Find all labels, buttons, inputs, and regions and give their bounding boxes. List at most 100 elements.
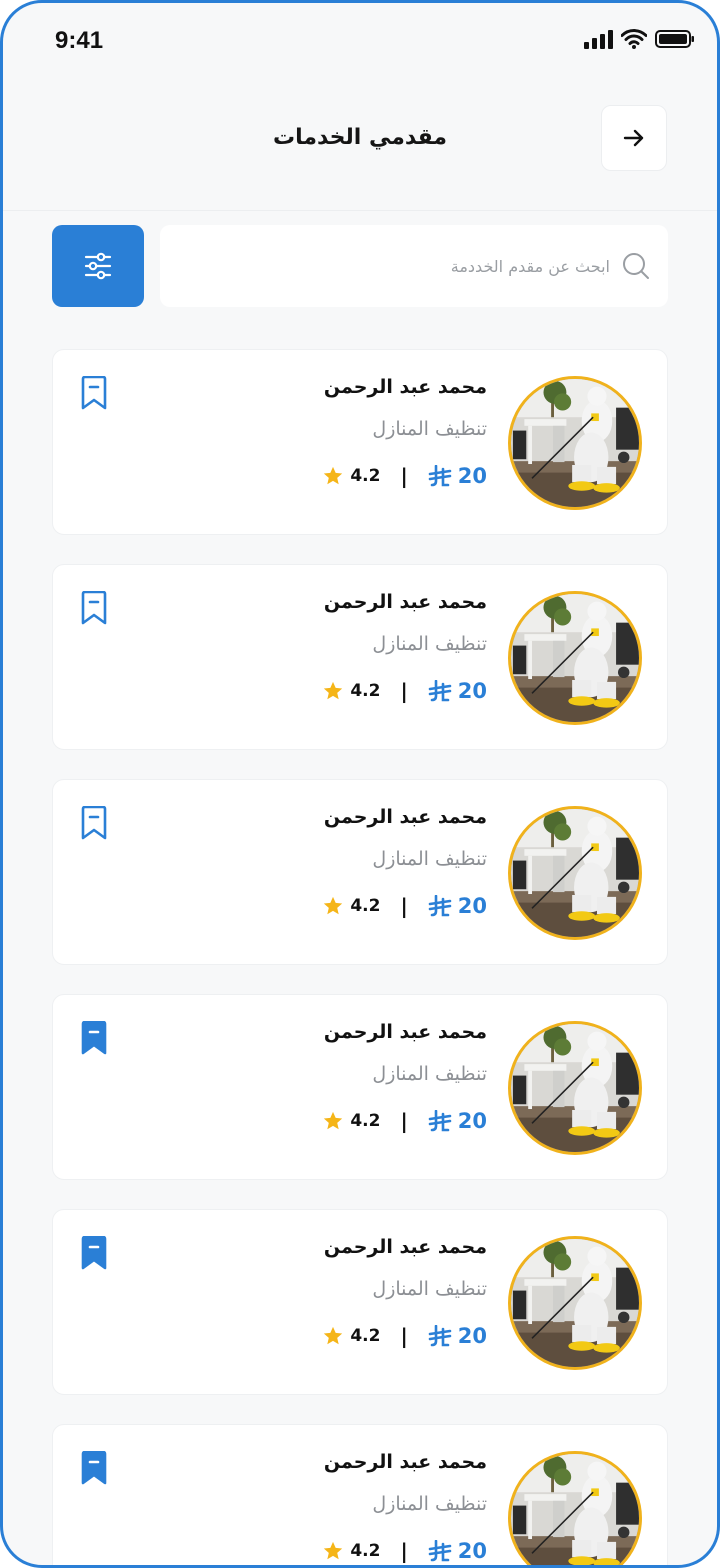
price-group: 20: [428, 464, 487, 488]
price-value: 20: [457, 1539, 487, 1563]
cleaner-photo: [511, 809, 639, 937]
filter-button[interactable]: [52, 225, 144, 307]
provider-name: محمد عبد الرحمن: [323, 1236, 487, 1258]
star-icon: [324, 1326, 343, 1345]
bookmark-outline-icon[interactable]: [79, 376, 109, 410]
provider-service: تنظيف المنازل: [372, 1493, 487, 1515]
rating-value: 4.2: [350, 1111, 381, 1131]
provider-meta: 4.2 | 20: [322, 679, 487, 703]
rating-value: 4.2: [350, 896, 381, 916]
riyal-currency-icon: [428, 465, 452, 487]
cellular-signal-icon: [584, 29, 613, 49]
provider-card[interactable]: محمد عبد الرحمن تنظيف المنازل 4.2 | 20: [52, 349, 668, 535]
provider-card[interactable]: محمد عبد الرحمن تنظيف المنازل 4.2 | 20: [52, 779, 668, 965]
rating-value: 4.2: [350, 1326, 381, 1346]
bookmark-outline-icon[interactable]: [79, 806, 109, 840]
provider-card[interactable]: محمد عبد الرحمن تنظيف المنازل 4.2 | 20: [52, 1209, 668, 1395]
riyal-currency-icon: [428, 1110, 452, 1132]
price-value: 20: [457, 1324, 487, 1348]
provider-name: محمد عبد الرحمن: [323, 806, 487, 828]
riyal-currency-icon: [428, 680, 452, 702]
meta-divider: |: [400, 1109, 408, 1133]
rating-group: 4.2: [322, 1325, 380, 1347]
rating-group: 4.2: [322, 895, 380, 917]
bookmark-filled-icon[interactable]: [79, 1236, 109, 1270]
price-group: 20: [428, 679, 487, 703]
provider-service: تنظيف المنازل: [372, 1063, 487, 1085]
rating-value: 4.2: [350, 681, 381, 701]
bookmark-filled-icon[interactable]: [79, 1451, 109, 1485]
provider-name: محمد عبد الرحمن: [323, 591, 487, 613]
provider-avatar: [508, 1021, 642, 1155]
provider-service: تنظيف المنازل: [372, 633, 487, 655]
meta-divider: |: [400, 1539, 408, 1563]
bookmark-outline-icon[interactable]: [79, 591, 109, 625]
rating-value: 4.2: [350, 466, 381, 486]
battery-icon: [655, 30, 694, 48]
price-value: 20: [457, 1109, 487, 1133]
rating-group: 4.2: [322, 680, 380, 702]
provider-service: تنظيف المنازل: [372, 848, 487, 870]
price-value: 20: [457, 894, 487, 918]
provider-service: تنظيف المنازل: [372, 1278, 487, 1300]
search-input[interactable]: [190, 256, 610, 276]
price-value: 20: [457, 679, 487, 703]
meta-divider: |: [400, 679, 408, 703]
cleaner-photo: [511, 1239, 639, 1367]
status-bar: 9:41: [3, 3, 717, 83]
provider-service: تنظيف المنازل: [372, 418, 487, 440]
cleaner-photo: [511, 594, 639, 722]
riyal-currency-icon: [428, 1325, 452, 1347]
sliders-icon: [84, 252, 112, 280]
rating-group: 4.2: [322, 465, 380, 487]
search-box: [160, 225, 668, 307]
bookmark-filled-icon[interactable]: [79, 1021, 109, 1055]
star-icon: [324, 896, 343, 915]
provider-meta: 4.2 | 20: [322, 464, 487, 488]
arrow-right-icon: [623, 129, 644, 147]
meta-divider: |: [400, 1324, 408, 1348]
star-icon: [324, 681, 343, 700]
status-time: 9:41: [55, 27, 104, 54]
app-screen: 9:41 مقدمي الخدمات ابحث عن مقدم الخددمة …: [0, 0, 720, 1568]
meta-divider: |: [400, 464, 408, 488]
back-button[interactable]: [601, 105, 667, 171]
rating-group: 4.2: [322, 1540, 380, 1562]
price-group: 20: [428, 1324, 487, 1348]
star-icon: [324, 1541, 343, 1560]
rating-value: 4.2: [350, 1541, 381, 1561]
provider-avatar: [508, 591, 642, 725]
cleaner-photo: [511, 1024, 639, 1152]
provider-avatar: [508, 1451, 642, 1565]
provider-name: محمد عبد الرحمن: [323, 1021, 487, 1043]
star-icon: [324, 466, 343, 485]
provider-meta: 4.2 | 20: [322, 1539, 487, 1563]
cleaner-photo: [511, 1454, 639, 1565]
price-group: 20: [428, 894, 487, 918]
cleaner-photo: [511, 379, 639, 507]
provider-card[interactable]: محمد عبد الرحمن تنظيف المنازل 4.2 | 20: [52, 564, 668, 750]
header: مقدمي الخدمات: [3, 83, 717, 211]
provider-meta: 4.2 | 20: [322, 1324, 487, 1348]
rating-group: 4.2: [322, 1110, 380, 1132]
provider-card[interactable]: محمد عبد الرحمن تنظيف المنازل 4.2 | 20: [52, 1424, 668, 1565]
riyal-currency-icon: [428, 895, 452, 917]
provider-meta: 4.2 | 20: [322, 894, 487, 918]
provider-card[interactable]: محمد عبد الرحمن تنظيف المنازل 4.2 | 20: [52, 994, 668, 1180]
wifi-icon: [621, 29, 647, 49]
status-icons: [584, 29, 695, 49]
provider-name: محمد عبد الرحمن: [323, 376, 487, 398]
price-group: 20: [428, 1539, 487, 1563]
meta-divider: |: [400, 894, 408, 918]
provider-name: محمد عبد الرحمن: [323, 1451, 487, 1473]
provider-meta: 4.2 | 20: [322, 1109, 487, 1133]
riyal-currency-icon: [428, 1540, 452, 1562]
star-icon: [324, 1111, 343, 1130]
price-group: 20: [428, 1109, 487, 1133]
search-icon: [623, 253, 649, 279]
provider-list: محمد عبد الرحمن تنظيف المنازل 4.2 | 20 م…: [52, 349, 668, 1565]
provider-avatar: [508, 806, 642, 940]
price-value: 20: [457, 464, 487, 488]
provider-avatar: [508, 1236, 642, 1370]
provider-avatar: [508, 376, 642, 510]
